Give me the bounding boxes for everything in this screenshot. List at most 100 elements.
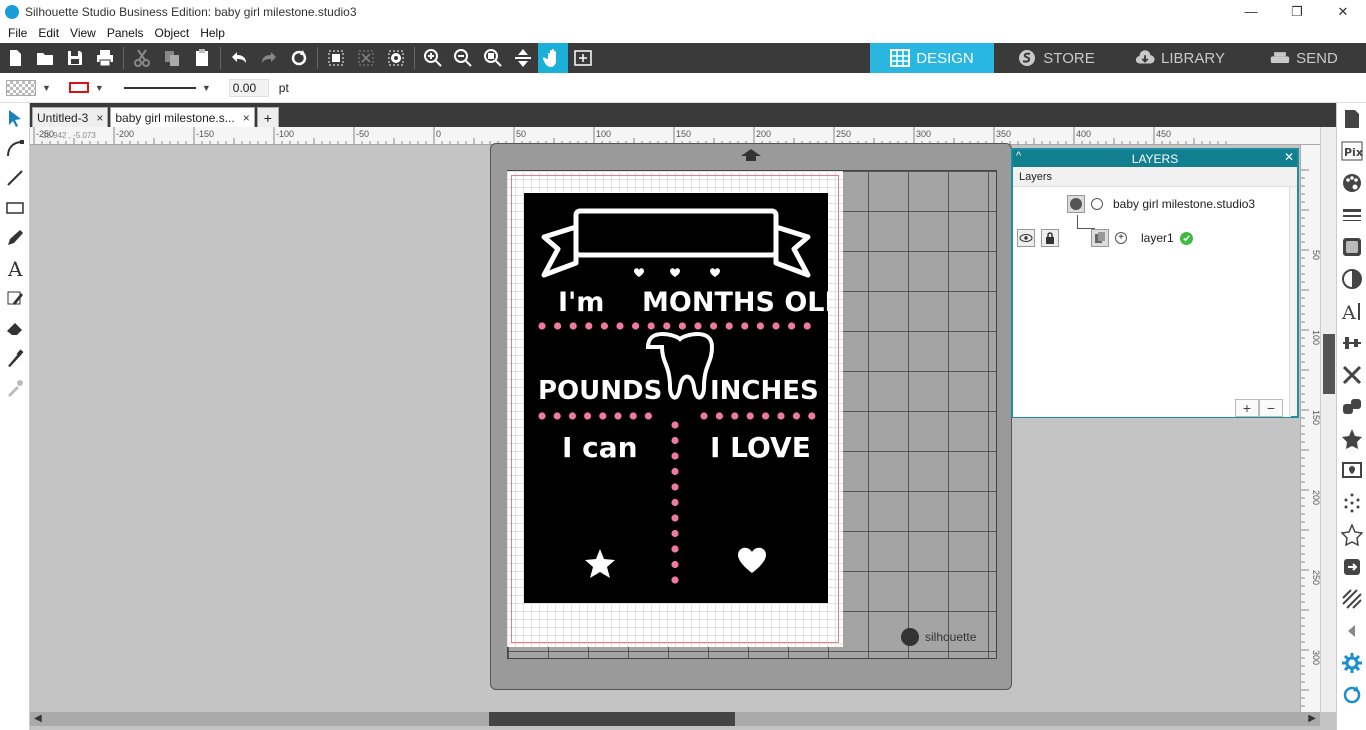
transparency-button[interactable]	[1337, 263, 1366, 295]
collapse-panel-chevron-icon[interactable]: ^	[1016, 150, 1021, 162]
menu-object[interactable]: Object	[151, 26, 194, 40]
select-tool[interactable]	[0, 103, 30, 133]
ruler-tick-label: -250	[36, 129, 54, 139]
line-style-selector[interactable]	[123, 86, 196, 89]
menu-help[interactable]: Help	[196, 26, 229, 40]
tab-send[interactable]: SEND	[1242, 43, 1366, 73]
print-button[interactable]	[90, 43, 120, 73]
add-sublayer-circle-icon[interactable]: +	[1115, 232, 1127, 244]
window-title: Silhouette Studio Business Edition: baby…	[25, 4, 357, 19]
redo-button[interactable]	[254, 43, 284, 73]
new-tab-button[interactable]: +	[256, 107, 279, 127]
point-edit-tool[interactable]	[0, 133, 30, 163]
pixscan-button[interactable]: Pix	[1337, 135, 1366, 167]
text-tool[interactable]: A	[0, 253, 30, 283]
send-panel-button[interactable]	[1337, 551, 1366, 583]
group-button[interactable]	[321, 43, 351, 73]
line-style-dropdown-chevron-icon[interactable]: ▼	[202, 83, 211, 93]
open-button[interactable]	[30, 43, 60, 73]
ruler-tick-label: 350	[996, 129, 1011, 139]
sketch-tool[interactable]	[0, 283, 30, 313]
page-setup-button[interactable]	[1337, 103, 1366, 135]
vertical-scrollbar[interactable]	[1320, 127, 1336, 712]
vertical-scroll-thumb[interactable]	[1323, 334, 1335, 394]
knife-tool[interactable]	[0, 343, 30, 373]
menu-edit[interactable]: Edit	[34, 26, 63, 40]
fill-panel-button[interactable]	[1337, 167, 1366, 199]
ungroup-button[interactable]	[351, 43, 381, 73]
make-compound-path-button[interactable]	[381, 43, 411, 73]
sketch-panel-button[interactable]	[1337, 583, 1366, 615]
fill-pattern-button[interactable]	[1337, 231, 1366, 263]
horizontal-scroll-thumb[interactable]	[489, 712, 735, 726]
close-button[interactable]: ✕	[1320, 0, 1366, 23]
trace-button[interactable]	[1337, 487, 1366, 519]
tab-store[interactable]: STORE	[994, 43, 1118, 73]
menu-panels[interactable]: Panels	[103, 26, 148, 40]
draw-tool[interactable]	[0, 223, 30, 253]
ruler-tick-label: 400	[1076, 129, 1091, 139]
menu-view[interactable]: View	[66, 26, 100, 40]
eye-visibility-icon[interactable]	[1017, 229, 1035, 247]
line-tool[interactable]	[0, 163, 30, 193]
layer-document-row[interactable]: baby girl milestone.studio3	[1067, 195, 1255, 213]
fill-color-swatch[interactable]	[6, 79, 36, 96]
layer-row-layer1[interactable]	[1017, 229, 1059, 247]
layer1-details[interactable]: + layer1	[1091, 229, 1193, 247]
visibility-toggle-circle-icon[interactable]	[1091, 198, 1103, 210]
milestone-artwork[interactable]: I'm MONTHS OLD POUNDS INCHES I can I LOV…	[524, 193, 828, 603]
doc-tab-untitled-3[interactable]: Untitled-3 ×	[32, 107, 109, 127]
eyedropper-tool[interactable]	[0, 373, 30, 403]
close-tab-icon[interactable]: ×	[96, 111, 103, 125]
cut-button[interactable]	[127, 43, 157, 73]
text-style-button[interactable]: A	[1337, 295, 1366, 327]
zoom-out-button[interactable]	[448, 43, 478, 73]
line-color-dropdown-chevron-icon[interactable]: ▼	[95, 83, 104, 93]
redraw-button[interactable]	[284, 43, 314, 73]
pink-dot	[629, 412, 637, 420]
transform-button[interactable]	[1337, 359, 1366, 391]
tab-design[interactable]: DESIGN	[870, 43, 994, 73]
remove-layer-button[interactable]: −	[1259, 399, 1283, 417]
lock-icon[interactable]	[1041, 229, 1059, 247]
zoom-in-button[interactable]	[418, 43, 448, 73]
line-style-button[interactable]	[1337, 199, 1366, 231]
collapse-panels-button[interactable]	[1337, 615, 1366, 647]
pan-button[interactable]	[538, 43, 568, 73]
restore-button[interactable]: ❐	[1274, 0, 1320, 23]
new-file-button[interactable]	[0, 43, 30, 73]
star-outline-icon	[1341, 524, 1363, 546]
line-color-swatch[interactable]	[68, 82, 89, 93]
copy-button[interactable]	[157, 43, 187, 73]
layers-scrollbar[interactable]	[1289, 187, 1297, 416]
settings-button[interactable]	[1337, 647, 1366, 679]
modify-button[interactable]	[1337, 423, 1366, 455]
eraser-tool[interactable]	[0, 313, 30, 343]
add-page-button[interactable]	[568, 43, 598, 73]
offset-button[interactable]	[1337, 455, 1366, 487]
align-button[interactable]	[1337, 327, 1366, 359]
scroll-left-arrow-icon[interactable]: ◀	[34, 713, 42, 724]
library-shapes-button[interactable]	[1337, 519, 1366, 551]
close-panel-button[interactable]: ✕	[1284, 150, 1294, 164]
rectangle-tool[interactable]	[0, 193, 30, 223]
save-button[interactable]	[60, 43, 90, 73]
add-layer-button[interactable]: +	[1235, 399, 1259, 417]
line-width-input[interactable]: 0.00	[228, 78, 269, 97]
minimize-button[interactable]: —	[1228, 0, 1274, 23]
fill-dropdown-chevron-icon[interactable]: ▼	[42, 83, 51, 93]
undo-button[interactable]	[224, 43, 254, 73]
paste-button[interactable]	[187, 43, 217, 73]
doc-tab-baby-girl-milestone[interactable]: baby girl milestone.s... ×	[110, 107, 255, 127]
zoom-selected-button[interactable]	[478, 43, 508, 73]
right-panel-bar: Pix A	[1336, 103, 1366, 730]
close-tab-icon[interactable]: ×	[243, 111, 250, 125]
tab-library[interactable]: LIBRARY	[1118, 43, 1242, 73]
replicate-button[interactable]	[1337, 391, 1366, 423]
menu-file[interactable]: File	[4, 26, 31, 40]
scroll-right-arrow-icon[interactable]: ▶	[1308, 713, 1316, 724]
horizontal-scrollbar[interactable]: ◀ ▶	[30, 712, 1320, 726]
tab-library-label: LIBRARY	[1161, 49, 1225, 67]
sync-button[interactable]	[1337, 679, 1366, 711]
fit-to-window-button[interactable]	[508, 43, 538, 73]
